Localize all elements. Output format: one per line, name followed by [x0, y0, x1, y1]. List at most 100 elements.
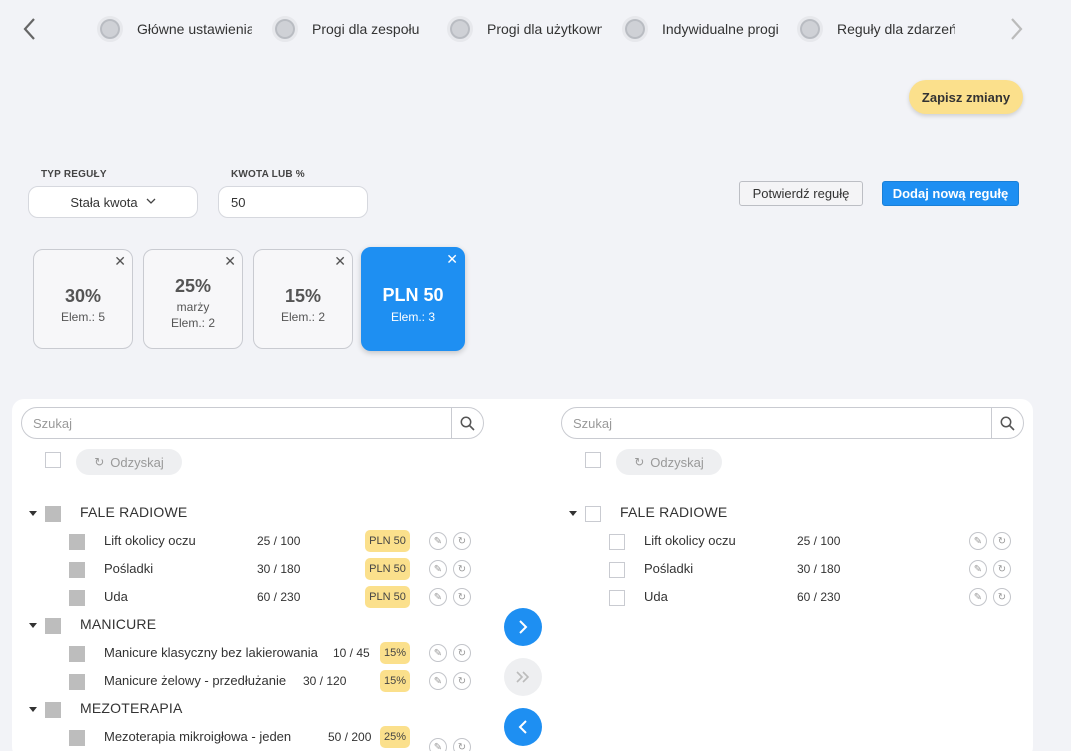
step-label: Główne ustawienia: [137, 21, 252, 37]
pencil-icon[interactable]: ✎: [429, 588, 447, 606]
step-5[interactable]: Reguły dla zdarzeń: [797, 14, 955, 44]
item-ratio: 60 / 230: [257, 590, 301, 604]
step-indicator: [622, 16, 648, 42]
refresh-icon: ↻: [634, 455, 645, 469]
item-checkbox[interactable]: [609, 534, 625, 550]
caret-down-icon[interactable]: [569, 511, 577, 516]
rule-badge: 15%: [380, 642, 410, 664]
item-checkbox[interactable]: [69, 646, 85, 662]
step-2[interactable]: Progi dla zespołu: [272, 14, 422, 44]
refresh-icon[interactable]: ↻: [993, 560, 1011, 578]
group-label: FALE RADIOWE: [620, 504, 728, 520]
group-checkbox[interactable]: [45, 618, 61, 634]
item-checkbox[interactable]: [69, 674, 85, 690]
step-indicator: [97, 16, 123, 42]
rule-card-active[interactable]: ✕ PLN 50 Elem.: 3: [361, 247, 465, 351]
step-4[interactable]: Indywidualne progi: [622, 14, 778, 44]
rule-card[interactable]: ✕ 15% Elem.: 2: [253, 249, 353, 349]
rule-badge: 25%: [380, 726, 410, 748]
item-name: Lift okolicy oczu: [644, 533, 736, 548]
item-name: Uda: [104, 589, 128, 604]
item-name: Pośladki: [644, 561, 694, 576]
step-3[interactable]: Progi dla użytkowników: [447, 14, 602, 44]
pencil-icon[interactable]: ✎: [969, 588, 987, 606]
item-checkbox[interactable]: [69, 730, 85, 746]
right-search-input[interactable]: Szukaj: [562, 416, 991, 431]
move-all-right-button[interactable]: [504, 658, 542, 696]
assignment-panel: Szukaj ↻ Odzyskaj FALE RADIOWE Lift okol…: [12, 399, 1033, 751]
group-label: MANICURE: [80, 616, 157, 632]
item-checkbox[interactable]: [69, 534, 85, 550]
group-checkbox[interactable]: [585, 506, 601, 522]
right-search[interactable]: Szukaj: [561, 407, 1024, 439]
search-icon[interactable]: [451, 408, 483, 438]
pencil-icon[interactable]: ✎: [429, 560, 447, 578]
refresh-icon[interactable]: ↻: [993, 532, 1011, 550]
rule-value: 15%: [284, 286, 322, 306]
save-button[interactable]: Zapisz zmiany: [909, 80, 1023, 114]
pencil-icon[interactable]: ✎: [429, 672, 447, 690]
pencil-icon[interactable]: ✎: [429, 738, 447, 751]
item-checkbox[interactable]: [69, 590, 85, 606]
refresh-icon[interactable]: ↻: [453, 532, 471, 550]
refresh-icon[interactable]: ↻: [453, 672, 471, 690]
close-icon[interactable]: ✕: [114, 253, 126, 270]
chevron-right-icon[interactable]: [1006, 16, 1026, 42]
pencil-icon[interactable]: ✎: [429, 532, 447, 550]
left-restore-button[interactable]: ↻ Odzyskaj: [76, 449, 182, 475]
rule-card[interactable]: ✕ 30% Elem.: 5: [33, 249, 133, 349]
pencil-icon[interactable]: ✎: [969, 532, 987, 550]
restore-label: Odzyskaj: [650, 454, 704, 470]
select-all-checkbox[interactable]: [45, 452, 61, 468]
item-name: Pośladki: [104, 561, 154, 576]
item-checkbox[interactable]: [609, 562, 625, 578]
rule-badge: PLN 50: [365, 586, 410, 608]
item-ratio: 10 / 45: [333, 646, 370, 660]
step-indicator: [797, 16, 823, 42]
confirm-rule-button[interactable]: Potwierdź regułę: [739, 181, 863, 206]
item-checkbox[interactable]: [69, 562, 85, 578]
rule-badge: PLN 50: [365, 558, 410, 580]
amount-label: KWOTA LUB %: [231, 169, 305, 180]
step-1[interactable]: Główne ustawienia: [97, 14, 252, 44]
right-restore-button[interactable]: ↻ Odzyskaj: [616, 449, 722, 475]
group-checkbox[interactable]: [45, 702, 61, 718]
caret-down-icon[interactable]: [29, 707, 37, 712]
move-right-button[interactable]: [504, 608, 542, 646]
chevron-left-icon[interactable]: [20, 16, 40, 42]
refresh-icon[interactable]: ↻: [453, 738, 471, 751]
left-search[interactable]: Szukaj: [21, 407, 484, 439]
move-left-button[interactable]: [504, 708, 542, 746]
restore-label: Odzyskaj: [110, 454, 164, 470]
rule-extra: marży: [176, 300, 210, 314]
rule-card[interactable]: ✕ 25% marży Elem.: 2: [143, 249, 243, 349]
item-ratio: 30 / 180: [797, 562, 841, 576]
step-label: Reguły dla zdarzeń: [837, 21, 955, 37]
refresh-icon[interactable]: ↻: [453, 644, 471, 662]
refresh-icon[interactable]: ↻: [453, 588, 471, 606]
close-icon[interactable]: ✕: [446, 251, 458, 268]
caret-down-icon[interactable]: [29, 511, 37, 516]
left-search-input[interactable]: Szukaj: [22, 416, 451, 431]
refresh-icon[interactable]: ↻: [993, 588, 1011, 606]
rule-count: Elem.: 2: [170, 316, 215, 330]
add-rule-button[interactable]: Dodaj nową regułę: [882, 181, 1019, 206]
item-name: Manicure żelowy - przedłużanie: [104, 673, 287, 688]
group-label: FALE RADIOWE: [80, 504, 188, 520]
stepper: Główne ustawienia Progi dla zespołu Prog…: [0, 0, 1071, 58]
refresh-icon[interactable]: ↻: [453, 560, 471, 578]
rule-value: PLN 50: [382, 285, 444, 305]
select-all-checkbox[interactable]: [585, 452, 601, 468]
caret-down-icon[interactable]: [29, 623, 37, 628]
close-icon[interactable]: ✕: [224, 253, 236, 270]
rule-count: Elem.: 5: [60, 310, 105, 324]
group-checkbox[interactable]: [45, 506, 61, 522]
rule-type-select[interactable]: Stała kwota: [28, 186, 198, 218]
pencil-icon[interactable]: ✎: [429, 644, 447, 662]
pencil-icon[interactable]: ✎: [969, 560, 987, 578]
chevron-down-icon: [146, 196, 156, 208]
close-icon[interactable]: ✕: [334, 253, 346, 270]
amount-input[interactable]: [218, 186, 368, 218]
search-icon[interactable]: [991, 408, 1023, 438]
item-checkbox[interactable]: [609, 590, 625, 606]
